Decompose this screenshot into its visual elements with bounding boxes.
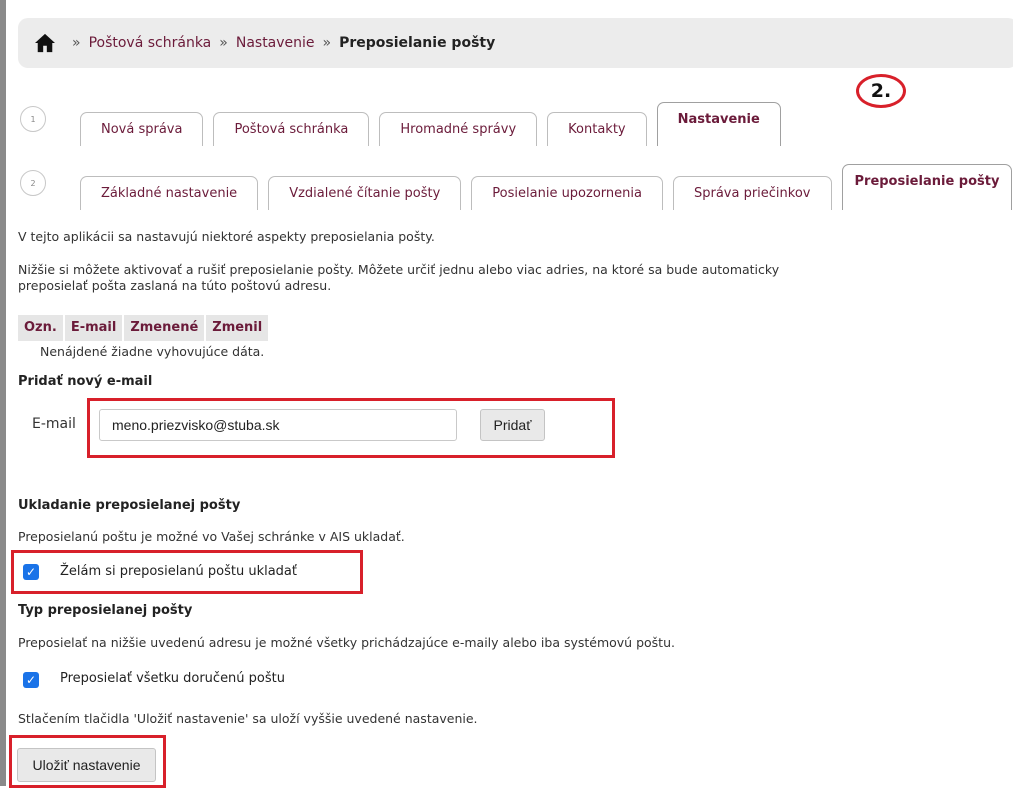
step-annotation-circle: 2. <box>856 74 906 108</box>
step-indicator-2: 2 <box>20 170 46 196</box>
email-input[interactable] <box>99 409 457 441</box>
breadcrumb-settings-link[interactable]: Nastavenie <box>236 35 315 51</box>
save-instructions-text: Stlačením tlačidla 'Uložiť nastavenie' s… <box>18 711 478 726</box>
table-empty-message: Nenájdené žiadne vyhovujúce dáta. <box>40 344 265 359</box>
left-window-edge <box>0 0 6 786</box>
breadcrumb-mailbox-link[interactable]: Poštová schránka <box>89 35 212 51</box>
tab-bulk-messages[interactable]: Hromadné správy <box>379 112 538 146</box>
forward-all-checkbox[interactable]: ✓ <box>23 672 39 688</box>
intro-text: V tejto aplikácii sa nastavujú niektoré … <box>18 229 435 244</box>
tab-notifications[interactable]: Posielanie upozornenia <box>471 176 663 210</box>
column-header-email[interactable]: E-mail <box>64 315 123 341</box>
email-field-label: E-mail <box>32 416 76 432</box>
save-forwarded-heading: Ukladanie preposielanej pošty <box>18 498 241 513</box>
breadcrumb-separator: » <box>322 35 332 51</box>
save-settings-button[interactable]: Uložiť nastavenie <box>17 748 156 782</box>
home-icon[interactable] <box>34 33 56 53</box>
forwarding-table-header: Ozn. E-mail Zmenené Zmenil <box>18 315 270 341</box>
add-email-heading: Pridať nový e-mail <box>18 374 153 389</box>
tab-mail-forwarding[interactable]: Preposielanie pošty <box>841 164 1013 210</box>
breadcrumb-separator: » <box>219 35 228 51</box>
description-text-line1: Nižšie si môžete aktivovať a rušiť prepo… <box>18 262 780 277</box>
breadcrumb: » Poštová schránka » Nastavenie » Prepos… <box>18 18 1013 68</box>
tab-new-message[interactable]: Nová správa <box>80 112 204 146</box>
main-tabs: Nová správa Poštová schránka Hromadné sp… <box>80 102 791 146</box>
breadcrumb-current: Preposielanie pošty <box>339 35 496 51</box>
add-email-button[interactable]: Pridať <box>480 409 545 441</box>
forwarding-type-text: Preposielať na nižšie uvedenú adresu je … <box>18 635 675 650</box>
tab-basic-settings[interactable]: Základné nastavenie <box>80 176 259 210</box>
tab-folder-management[interactable]: Správa priečinkov <box>672 176 832 210</box>
column-header-changed[interactable]: Zmenené <box>124 315 205 341</box>
breadcrumb-separator: » <box>72 35 81 51</box>
column-header-mark[interactable]: Ozn. <box>18 315 63 341</box>
step-indicator-1: 1 <box>20 106 46 132</box>
tab-contacts[interactable]: Kontakty <box>547 112 647 146</box>
settings-subtabs: Základné nastavenie Vzdialené čítanie po… <box>80 164 1013 210</box>
tab-remote-mail-reading[interactable]: Vzdialené čítanie pošty <box>268 176 462 210</box>
save-forwarded-text: Preposielanú poštu je možné vo Vašej sch… <box>18 529 405 544</box>
save-forwarded-checkbox-label[interactable]: Želám si preposielanú poštu ukladať <box>60 564 297 579</box>
description-text-line2: preposielať pošta zaslaná na túto poštov… <box>18 278 332 293</box>
tab-mailbox[interactable]: Poštová schránka <box>213 112 370 146</box>
forward-all-checkbox-label[interactable]: Preposielať všetku doručenú poštu <box>60 671 285 686</box>
tab-settings[interactable]: Nastavenie <box>656 102 781 146</box>
forwarding-type-heading: Typ preposielanej pošty <box>18 603 193 618</box>
column-header-changed-by[interactable]: Zmenil <box>206 315 269 341</box>
save-forwarded-checkbox[interactable]: ✓ <box>23 564 39 580</box>
